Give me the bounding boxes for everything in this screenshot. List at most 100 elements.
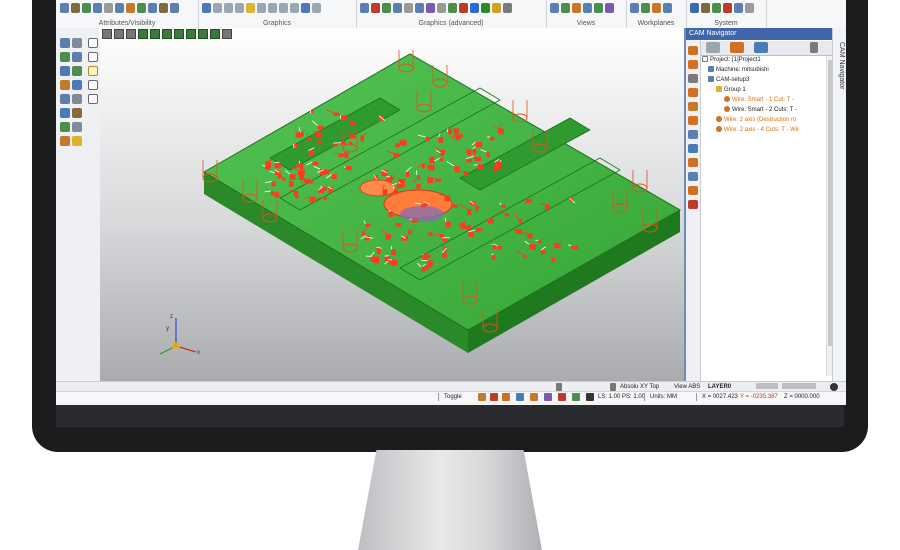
tree-node-machine[interactable]: Machine: mitsubishi — [708, 66, 769, 74]
dimension-icon[interactable] — [72, 108, 82, 118]
view-top-icon[interactable] — [88, 66, 98, 76]
ribbon-tool-icon[interactable] — [712, 3, 721, 13]
ribbon-tool-icon[interactable] — [701, 3, 710, 13]
operation-edit-icon[interactable] — [688, 60, 698, 69]
ribbon-tool-icon[interactable] — [224, 3, 233, 13]
ribbon-icons[interactable] — [60, 3, 194, 15]
ribbon-tool-icon[interactable] — [170, 3, 179, 13]
refresh-icon[interactable] — [572, 393, 580, 401]
cut-icon[interactable] — [688, 102, 698, 111]
tree-node-operation[interactable]: Wire: 2 axis (Destruction ro — [716, 116, 796, 124]
help-icon[interactable] — [516, 393, 524, 401]
query-icon[interactable] — [60, 108, 70, 118]
ribbon-tool-icon[interactable] — [312, 3, 321, 13]
ribbon-tool-icon[interactable] — [246, 3, 255, 13]
ribbon-tool-icon[interactable] — [561, 3, 570, 13]
cam-tab-tree-icon[interactable] — [706, 42, 720, 53]
ribbon-tool-icon[interactable] — [290, 3, 299, 13]
grid-icon[interactable] — [490, 393, 498, 401]
ribbon-tool-icon[interactable] — [115, 3, 124, 13]
cam-navigator-vertical-tab[interactable]: CAM Navigator — [832, 28, 846, 381]
ribbon-icons[interactable] — [360, 3, 542, 15]
layers-icon[interactable] — [544, 393, 552, 401]
ribbon-tool-icon[interactable] — [279, 3, 288, 13]
view-side-icon[interactable] — [88, 94, 98, 104]
ribbon-tool-icon[interactable] — [301, 3, 310, 13]
move-icon[interactable] — [60, 52, 70, 62]
ribbon-tool-icon[interactable] — [481, 3, 490, 13]
ruler-icon[interactable] — [610, 383, 616, 391]
ribbon-tool-icon[interactable] — [723, 3, 732, 13]
check-icon[interactable] — [72, 80, 82, 90]
ortho-icon[interactable] — [502, 393, 510, 401]
ribbon-icons[interactable] — [690, 3, 762, 15]
ribbon-tool-icon[interactable] — [448, 3, 457, 13]
ribbon-tool-icon[interactable] — [71, 3, 80, 13]
ribbon-tool-icon[interactable] — [202, 3, 211, 13]
globe-icon[interactable] — [830, 383, 838, 391]
box-select-icon[interactable] — [72, 38, 82, 48]
filter-icon[interactable] — [72, 122, 82, 132]
ribbon-tool-icon[interactable] — [126, 3, 135, 13]
cam-tab-undo-icon[interactable] — [810, 42, 818, 53]
ribbon-icons[interactable] — [550, 3, 622, 15]
tool-icon[interactable] — [688, 186, 698, 195]
delete-icon[interactable] — [688, 200, 698, 209]
ribbon-tool-icon[interactable] — [235, 3, 244, 13]
ribbon-icons[interactable] — [630, 3, 682, 15]
cam-tab-tool-icon[interactable] — [754, 42, 768, 53]
folder-icon[interactable] — [72, 136, 82, 146]
copy-icon[interactable] — [60, 66, 70, 76]
wire-icon[interactable] — [688, 88, 698, 97]
ribbon-tool-icon[interactable] — [213, 3, 222, 13]
simulate-icon[interactable] — [688, 116, 698, 125]
ribbon-tool-icon[interactable] — [492, 3, 501, 13]
analyze-icon[interactable] — [60, 94, 70, 104]
tree-node-operation[interactable]: Wire: Smart - 1 Cut: T - — [724, 96, 794, 104]
ribbon-tool-icon[interactable] — [268, 3, 277, 13]
ribbon-icons[interactable] — [202, 3, 352, 15]
measure-icon[interactable] — [60, 80, 70, 90]
ribbon-tool-icon[interactable] — [93, 3, 102, 13]
ribbon-tool-icon[interactable] — [82, 3, 91, 13]
ribbon-tool-icon[interactable] — [148, 3, 157, 13]
color-icon[interactable] — [558, 393, 566, 401]
ribbon-tool-icon[interactable] — [137, 3, 146, 13]
view-bottom-icon[interactable] — [88, 80, 98, 90]
report-icon[interactable] — [688, 172, 698, 181]
settings-icon[interactable] — [688, 74, 698, 83]
ribbon-tool-icon[interactable] — [605, 3, 614, 13]
verify-icon[interactable] — [688, 158, 698, 167]
ribbon-tool-icon[interactable] — [470, 3, 479, 13]
ribbon-tool-icon[interactable] — [426, 3, 435, 13]
tree-node-setup[interactable]: CAM-setup3 — [708, 76, 749, 84]
tree-node-group[interactable]: Group 1 — [716, 86, 746, 94]
3d-viewport[interactable]: z x y — [100, 28, 684, 381]
ribbon-tool-icon[interactable] — [550, 3, 559, 13]
cam-tab-gear-icon[interactable] — [730, 42, 744, 53]
ribbon-tool-icon[interactable] — [159, 3, 168, 13]
ribbon-tool-icon[interactable] — [583, 3, 592, 13]
ribbon-tool-icon[interactable] — [503, 3, 512, 13]
ribbon-tool-icon[interactable] — [257, 3, 266, 13]
ribbon-tool-icon[interactable] — [371, 3, 380, 13]
post-process-icon[interactable] — [688, 144, 698, 153]
snap-icon[interactable] — [478, 393, 486, 401]
ribbon-tool-icon[interactable] — [393, 3, 402, 13]
ribbon-tool-icon[interactable] — [459, 3, 468, 13]
ribbon-tool-icon[interactable] — [404, 3, 413, 13]
view-front-icon[interactable] — [88, 38, 98, 48]
ribbon-tool-icon[interactable] — [415, 3, 424, 13]
layer-icon[interactable] — [60, 122, 70, 132]
tree-node-project[interactable]: Project: [1]Project1 — [702, 56, 761, 64]
ribbon-tool-icon[interactable] — [745, 3, 754, 13]
machine-icon[interactable] — [688, 130, 698, 139]
search-icon[interactable] — [556, 383, 562, 391]
ribbon-tool-icon[interactable] — [652, 3, 661, 13]
ribbon-tool-icon[interactable] — [630, 3, 639, 13]
ribbon-tool-icon[interactable] — [104, 3, 113, 13]
ribbon-tool-icon[interactable] — [572, 3, 581, 13]
tree-node-operation[interactable]: Wire: 2 axis - 4 Cuts: T - Wir — [716, 126, 799, 134]
view-back-icon[interactable] — [88, 52, 98, 62]
ribbon-tool-icon[interactable] — [360, 3, 369, 13]
